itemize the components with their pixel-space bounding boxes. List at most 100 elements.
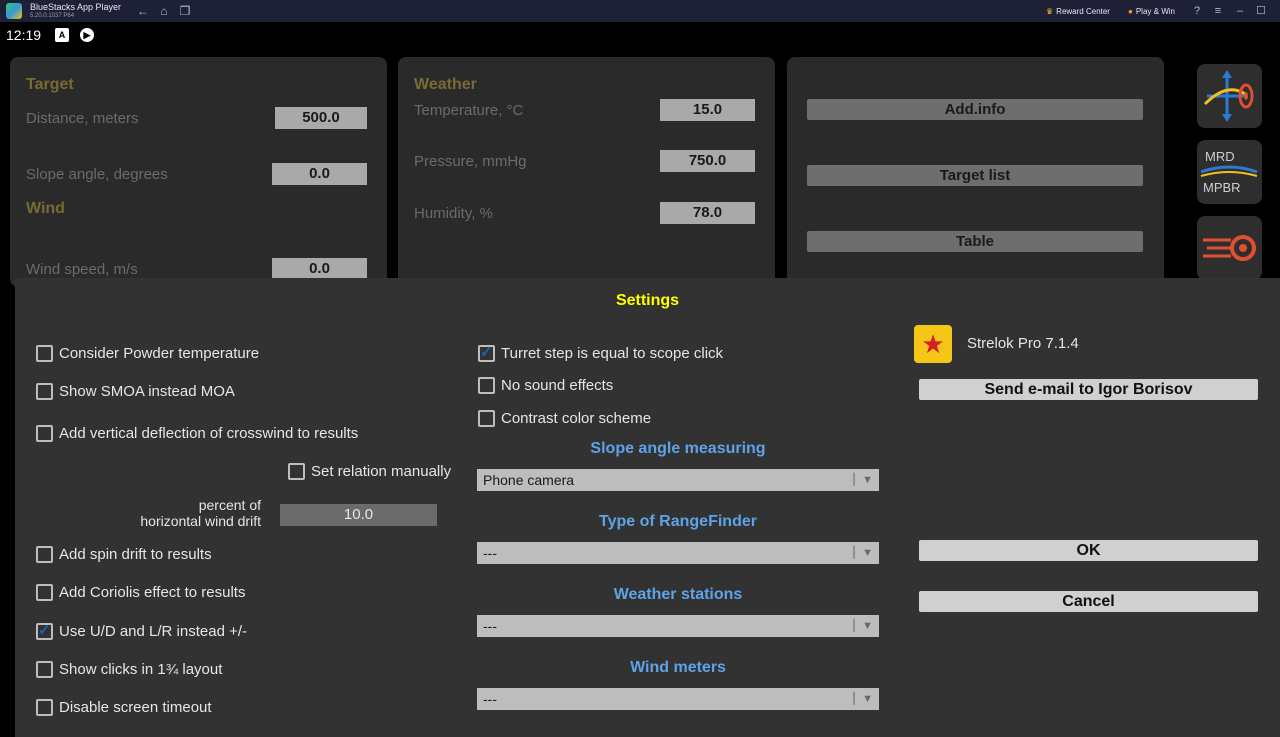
window-titlebar: BlueStacks App Player 5.20.0.1037 P64 ← … [0, 0, 1280, 22]
coriolis-option[interactable]: Add Coriolis effect to results [36, 584, 245, 601]
target-panel: Target Distance, meters 500.0 Slope angl… [10, 57, 387, 287]
send-email-button[interactable]: Send e-mail to Igor Borisov [919, 379, 1258, 400]
actions-panel: Add.info Target list Table [787, 57, 1164, 287]
disable-screen-timeout-option[interactable]: Disable screen timeout [36, 699, 212, 716]
maximize-icon[interactable]: ☐ [1253, 3, 1269, 19]
turret-step-option[interactable]: Turret step is equal to scope click [478, 343, 724, 362]
mrd-mpbr-icon[interactable]: MRD MPBR [1197, 140, 1262, 204]
settings-title: Settings [615, 292, 680, 309]
dropdown-arrow-icon: ▏▼ [853, 620, 873, 632]
weather-title: Weather [414, 76, 477, 93]
dropdown-arrow-icon: ▏▼ [853, 693, 873, 705]
target-list-button[interactable]: Target list [807, 165, 1143, 186]
notification-a-icon: A [55, 28, 69, 42]
cancel-button[interactable]: Cancel [919, 591, 1258, 612]
home-icon[interactable]: ⌂ [156, 3, 172, 19]
wind-meters-dropdown[interactable]: --- ▏▼ [477, 688, 879, 710]
option-label: Show SMOA instead MOA [59, 383, 235, 400]
option-label: Set relation manually [311, 463, 452, 480]
temperature-value[interactable]: 15.0 [660, 99, 755, 121]
contrast-color-option[interactable]: Contrast color scheme [478, 410, 651, 427]
bullet-target-icon[interactable] [1197, 216, 1262, 280]
wind-speed-value[interactable]: 0.0 [272, 258, 367, 280]
distance-label: Distance, meters [26, 110, 139, 127]
option-label: Disable screen timeout [59, 699, 212, 716]
pressure-value[interactable]: 750.0 [660, 150, 755, 172]
add-info-button[interactable]: Add.info [807, 99, 1143, 120]
option-label: Turret step is equal to scope click [501, 345, 724, 362]
wind-title: Wind [26, 200, 65, 217]
menu-icon[interactable]: ≡ [1210, 3, 1226, 19]
checkbox-icon[interactable] [36, 584, 53, 601]
ok-button[interactable]: OK [919, 540, 1258, 561]
weather-stations-section-title: Weather stations [613, 586, 743, 603]
android-status-bar: 12:19 A ▶ [0, 22, 1280, 50]
checkbox-icon[interactable] [36, 345, 53, 362]
play-win-button[interactable]: ● Play & Win [1128, 0, 1175, 22]
reward-center-button[interactable]: ♛ Reward Center [1046, 0, 1110, 22]
slope-angle-selected: Phone camera [483, 472, 575, 488]
rangefinder-section-title: Type of RangeFinder [599, 513, 757, 530]
status-clock: 12:19 [6, 27, 42, 43]
option-label: No sound effects [501, 377, 614, 394]
mpbr-text: MPBR [1203, 180, 1241, 195]
option-label: Show clicks in 1¾ layout [59, 661, 223, 678]
vertical-deflection-option[interactable]: Add vertical deflection of crosswind to … [36, 425, 358, 442]
reward-center-label: Reward Center [1056, 6, 1110, 16]
mrd-text: MRD [1205, 149, 1235, 164]
checkbox-checked-icon[interactable] [478, 343, 495, 362]
play-protect-icon: ▶ [80, 28, 94, 42]
dropdown-arrow-icon: ▏▼ [853, 474, 873, 486]
crown-icon: ♛ [1046, 6, 1054, 16]
checkbox-icon[interactable] [36, 661, 53, 678]
slope-angle-section-title: Slope angle measuring [590, 440, 766, 457]
checkbox-checked-icon[interactable] [36, 621, 53, 640]
bluestacks-logo-icon [6, 3, 22, 19]
table-button[interactable]: Table [807, 231, 1143, 252]
trajectory-icon[interactable] [1197, 64, 1262, 128]
recent-apps-icon[interactable]: ❐ [177, 3, 193, 19]
dropdown-arrow-icon: ▏▼ [853, 547, 873, 559]
pressure-label: Pressure, mmHg [414, 153, 527, 170]
show-clicks-layout-option[interactable]: Show clicks in 1¾ layout [36, 661, 222, 678]
checkbox-icon[interactable] [36, 699, 53, 716]
percent-wind-drift-input[interactable]: 10.0 [280, 504, 437, 526]
star-icon: ★ [921, 329, 945, 359]
temperature-label: Temperature, °C [414, 102, 524, 119]
use-ud-lr-option[interactable]: Use U/D and L/R instead +/- [36, 621, 247, 640]
checkbox-icon[interactable] [36, 546, 53, 563]
option-label: Add spin drift to results [59, 546, 212, 563]
no-sound-effects-option[interactable]: No sound effects [478, 377, 613, 394]
distance-value[interactable]: 500.0 [275, 107, 367, 129]
consider-powder-temperature-option[interactable]: Consider Powder temperature [36, 345, 259, 362]
target-title: Target [26, 76, 74, 93]
settings-dialog: Settings Consider Powder temperature Sho… [15, 278, 1280, 737]
minimize-icon[interactable]: – [1232, 3, 1248, 19]
help-icon[interactable]: ? [1189, 3, 1205, 19]
app-version-label: Strelok Pro 7.1.4 [967, 335, 1079, 352]
checkbox-icon[interactable] [478, 377, 495, 394]
checkbox-icon[interactable] [36, 383, 53, 400]
back-arrow-icon[interactable]: ← [135, 3, 151, 19]
spin-drift-option[interactable]: Add spin drift to results [36, 546, 212, 563]
rangefinder-selected: --- [483, 545, 497, 561]
set-relation-manually-option[interactable]: Set relation manually [288, 463, 451, 480]
option-label: Add vertical deflection of crosswind to … [59, 425, 359, 442]
percent-label-line1: percent of [198, 497, 261, 513]
slope-angle-dropdown[interactable]: Phone camera ▏▼ [477, 469, 879, 491]
window-title: BlueStacks App Player [30, 2, 122, 12]
checkbox-icon[interactable] [36, 425, 53, 442]
rangefinder-dropdown[interactable]: --- ▏▼ [477, 542, 879, 564]
coin-icon: ● [1128, 6, 1133, 16]
window-version: 5.20.0.1037 P64 [30, 13, 75, 19]
checkbox-icon[interactable] [478, 410, 495, 427]
wind-meters-section-title: Wind meters [630, 659, 726, 676]
humidity-value[interactable]: 78.0 [660, 202, 755, 224]
strelok-app-icon: ★ [914, 325, 952, 363]
option-label: Contrast color scheme [501, 410, 652, 427]
checkbox-icon[interactable] [288, 463, 305, 480]
option-label: Add Coriolis effect to results [59, 584, 246, 601]
show-smoa-option[interactable]: Show SMOA instead MOA [36, 383, 235, 400]
slope-value[interactable]: 0.0 [272, 163, 367, 185]
weather-stations-dropdown[interactable]: --- ▏▼ [477, 615, 879, 637]
